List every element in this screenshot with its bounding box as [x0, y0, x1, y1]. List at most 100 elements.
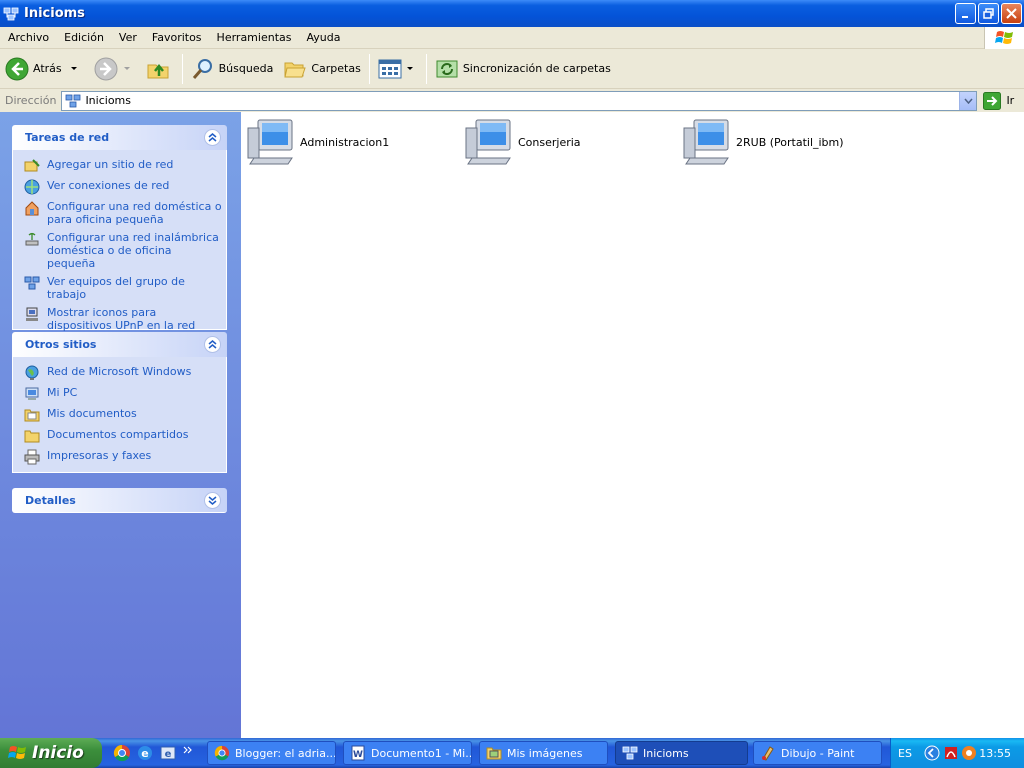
folders-button[interactable]: Carpetas [278, 52, 365, 86]
address-bar: Dirección Inicioms Ir [0, 89, 1024, 112]
folders-label: Carpetas [311, 62, 361, 75]
sync-folders-button[interactable]: Sincronización de carpetas [430, 52, 616, 86]
shared-folder-icon [24, 430, 40, 443]
sync-icon [436, 60, 458, 77]
task-show-upnp[interactable]: Mostrar iconos para dispositivos UPnP en… [13, 304, 226, 335]
windows-logo-icon [8, 746, 26, 759]
close-button[interactable] [1001, 3, 1022, 24]
taskbar-task-inicioms[interactable]: Inicioms [615, 741, 748, 765]
network-places-icon [3, 7, 19, 20]
computer-icon [247, 119, 293, 165]
place-my-computer[interactable]: Mi PC [13, 384, 226, 405]
collapse-icon[interactable] [204, 129, 221, 146]
menu-archivo[interactable]: Archivo [0, 31, 56, 44]
panel-title: Tareas de red [25, 131, 110, 144]
expand-icon[interactable] [204, 492, 221, 509]
task-pane: Tareas de red Agregar un sitio de red Ve… [0, 112, 241, 738]
network-tasks-header[interactable]: Tareas de red [12, 125, 227, 150]
task-view-workgroup[interactable]: Ver equipos del grupo de trabajo [13, 273, 226, 304]
word-document-icon: W [351, 745, 365, 761]
minimize-button[interactable] [955, 3, 976, 24]
network-places-icon [622, 746, 638, 760]
menu-favoritos[interactable]: Favoritos [144, 31, 209, 44]
menu-herramientas[interactable]: Herramientas [209, 31, 299, 44]
restore-button[interactable] [978, 3, 999, 24]
system-tray: ES 13:55 [890, 738, 1024, 768]
outlook-express-icon[interactable]: e [159, 744, 177, 762]
computer-item[interactable]: Administracion1 [246, 118, 389, 166]
taskbar-task-blogger[interactable]: Blogger: el adria... [207, 741, 336, 765]
menu-ayuda[interactable]: Ayuda [298, 31, 347, 44]
network-connections-icon [24, 179, 40, 195]
go-arrow-icon [983, 91, 1002, 110]
details-header[interactable]: Detalles [12, 488, 227, 513]
back-button[interactable]: Atrás [0, 52, 89, 86]
add-network-place-icon [24, 159, 40, 172]
forward-arrow-icon [94, 57, 118, 80]
task-setup-home-network[interactable]: Configurar una red doméstica o para ofic… [13, 198, 226, 229]
internet-explorer-icon[interactable]: e [136, 744, 154, 762]
toolbar-separator [181, 53, 183, 84]
window-title: Inicioms [24, 6, 85, 21]
forward-button[interactable] [89, 52, 141, 86]
task-view-connections[interactable]: Ver conexiones de red [13, 177, 226, 198]
printer-icon [24, 449, 40, 465]
folders-icon [284, 62, 307, 77]
start-button[interactable]: Inicio [0, 738, 102, 768]
other-places-panel: Otros sitios Red de Microsoft Windows Mi… [12, 332, 227, 473]
toolbar-separator [368, 53, 370, 84]
home-network-icon [25, 201, 39, 216]
chevron-down-icon [123, 66, 130, 70]
panel-title: Detalles [25, 493, 76, 507]
menu-bar: Archivo Edición Ver Favoritos Herramient… [0, 27, 1024, 49]
views-button[interactable] [373, 52, 423, 86]
computer-icon [683, 119, 729, 165]
collapse-icon[interactable] [204, 336, 221, 353]
show-hidden-icons-icon[interactable] [924, 745, 940, 761]
restore-icon [983, 8, 994, 19]
network-tasks-panel: Tareas de red Agregar un sitio de red Ve… [12, 125, 227, 332]
place-printers-faxes[interactable]: Impresoras y faxes [13, 447, 226, 468]
chevron-down-icon [406, 66, 413, 70]
up-folder-button[interactable] [141, 52, 179, 86]
address-label: Dirección [5, 94, 57, 107]
svg-text:W: W [353, 750, 363, 760]
taskbar-task-paint[interactable]: Dibujo - Paint [753, 741, 882, 765]
other-places-header[interactable]: Otros sitios [12, 332, 227, 357]
place-shared-documents[interactable]: Documentos compartidos [13, 426, 226, 447]
menu-ver[interactable]: Ver [111, 31, 144, 44]
taskbar-task-my-pictures[interactable]: Mis imágenes [479, 741, 608, 765]
address-dropdown-button[interactable] [959, 91, 977, 110]
antivirus-tray-icon[interactable] [961, 745, 977, 761]
toolbar: Atrás Búsqueda Carpetas Sincronización d… [0, 49, 1024, 89]
place-microsoft-network[interactable]: Red de Microsoft Windows [13, 363, 226, 384]
globe-network-icon [25, 365, 39, 380]
place-my-documents[interactable]: Mis documentos [13, 405, 226, 426]
task-add-network-place[interactable]: Agregar un sitio de red [13, 156, 226, 177]
go-button[interactable]: Ir [983, 91, 1015, 110]
my-computer-icon [25, 387, 39, 400]
back-arrow-icon [5, 57, 29, 80]
acrobat-tray-icon[interactable] [943, 745, 959, 761]
computer-label: Conserjeria [518, 135, 581, 149]
back-label: Atrás [33, 62, 62, 75]
file-view: Administracion1 Conserjeria 2RUB (Portat… [241, 112, 1024, 738]
panel-title: Otros sitios [25, 338, 97, 351]
address-field[interactable]: Inicioms [61, 90, 978, 111]
close-icon [1006, 8, 1017, 19]
toolbar-separator [425, 53, 427, 84]
workgroup-icon [24, 276, 40, 290]
search-button[interactable]: Búsqueda [186, 52, 279, 86]
computer-item[interactable]: Conserjeria [464, 118, 581, 166]
expand-chevron-icon[interactable] [182, 744, 194, 762]
chrome-icon[interactable] [113, 744, 131, 762]
title-bar[interactable]: Inicioms [0, 0, 1024, 27]
language-indicator[interactable]: ES [898, 747, 912, 760]
computer-label: 2RUB (Portatil_ibm) [736, 135, 844, 149]
search-label: Búsqueda [218, 62, 274, 75]
computer-item[interactable]: 2RUB (Portatil_ibm) [682, 118, 844, 166]
task-setup-wireless[interactable]: Configurar una red inalámbrica doméstica… [13, 229, 226, 273]
taskbar-task-word[interactable]: W Documento1 - Mi... [343, 741, 472, 765]
go-label: Ir [1006, 94, 1015, 107]
menu-edicion[interactable]: Edición [56, 31, 111, 44]
